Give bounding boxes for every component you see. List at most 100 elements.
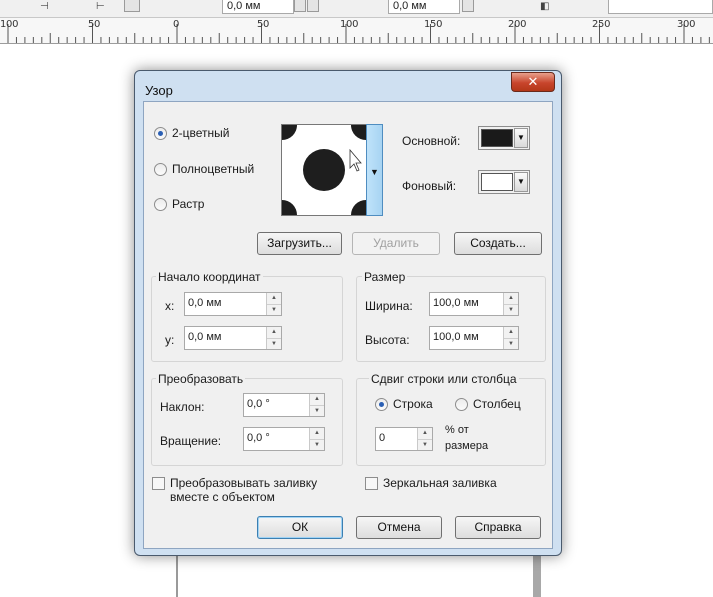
origin-x-value: 0,0 мм — [188, 297, 222, 309]
ruler-label-100: 100 — [340, 19, 359, 30]
origin-y-spinner[interactable]: ▲ ▼ — [266, 327, 281, 349]
dialog-title: Узор — [145, 83, 173, 98]
radio-row-offset[interactable]: Строка — [375, 397, 433, 411]
height-spinner[interactable]: ▲ ▼ — [503, 327, 518, 349]
offset-unit-line1: % от — [445, 424, 469, 436]
horizontal-ruler: 100 50 0 50 100 150 200 250 300 — [0, 18, 713, 44]
ruler-label-150: 150 — [424, 19, 443, 30]
radio-row-offset-label: Строка — [393, 397, 433, 411]
width-label: Ширина: — [365, 299, 413, 313]
ruler-label-neg50: 50 — [88, 19, 101, 30]
pattern-preview[interactable] — [267, 110, 381, 230]
position-x-lock[interactable] — [307, 0, 319, 12]
offset-unit-line2: размера — [445, 440, 489, 452]
transform-with-object-label: Преобразовывать заливку вместе с объекто… — [170, 476, 317, 504]
position-x-spinner[interactable] — [294, 0, 306, 12]
background-color-label: Фоновый: — [402, 179, 457, 193]
pattern-dots-image — [267, 110, 381, 230]
origin-x-spinner[interactable]: ▲ ▼ — [266, 293, 281, 315]
radio-bitmap-dot[interactable] — [154, 197, 167, 211]
mirror-fill-checkbox[interactable]: Зеркальная заливка — [365, 476, 497, 490]
cancel-button[interactable]: Отмена — [356, 516, 442, 539]
radio-column-offset-label: Столбец — [473, 397, 521, 411]
skew-label: Наклон: — [160, 400, 205, 414]
pattern-fill-dialog: Узор ✕ 2-цветный Полноцветный Растр ▼ Ос… — [134, 70, 562, 556]
radio-two-color-dot[interactable] — [154, 126, 167, 140]
rotate-spinner[interactable]: ▲ ▼ — [309, 428, 324, 450]
skew-field[interactable]: 0,0 ° ▲ ▼ — [243, 393, 325, 417]
position-y-spinner[interactable] — [462, 0, 474, 12]
mirror-fill-box[interactable] — [365, 476, 378, 490]
width-field[interactable]: 100,0 мм ▲ ▼ — [429, 292, 519, 316]
offset-percent-value: 0 — [379, 432, 386, 444]
radio-two-color-label: 2-цветный — [172, 126, 230, 140]
radio-full-color-dot[interactable] — [154, 162, 167, 176]
transform-with-object-line1: Преобразовывать заливку — [170, 476, 318, 490]
property-bar: ⊣ ⊢ 0,0 мм 0,0 мм ◧ — [0, 0, 713, 18]
rotate-field[interactable]: 0,0 ° ▲ ▼ — [243, 427, 325, 451]
origin-x-label: x: — [165, 299, 175, 313]
transform-with-object-checkbox[interactable]: Преобразовывать заливку вместе с объекто… — [152, 476, 317, 504]
origin-group-title: Начало координат — [156, 270, 263, 284]
width-spinner[interactable]: ▲ ▼ — [503, 293, 518, 315]
offset-group-title: Сдвиг строки или столбца — [369, 372, 519, 386]
rotate-label: Вращение: — [160, 434, 222, 448]
height-value: 100,0 мм — [433, 331, 479, 343]
ruler-label-200: 200 — [508, 19, 527, 30]
position-y-value: 0,0 мм — [393, 0, 427, 12]
origin-y-value: 0,0 мм — [188, 331, 222, 343]
origin-y-field[interactable]: 0,0 мм ▲ ▼ — [184, 326, 282, 350]
align-icon[interactable]: ⊣ — [40, 2, 49, 12]
mirror-icon[interactable]: ◧ — [540, 2, 549, 12]
dialog-body: 2-цветный Полноцветный Растр ▼ Основной: — [143, 101, 553, 549]
transform-icon[interactable]: ⊢ — [96, 2, 105, 12]
primary-color-swatch — [481, 129, 513, 147]
radio-column-offset-dot[interactable] — [455, 397, 468, 411]
extra-field[interactable] — [608, 0, 713, 14]
width-value: 100,0 мм — [433, 297, 479, 309]
skew-spinner[interactable]: ▲ ▼ — [309, 394, 324, 416]
transform-with-object-box[interactable] — [152, 477, 165, 490]
radio-column-offset[interactable]: Столбец — [455, 397, 521, 411]
position-x-field[interactable]: 0,0 мм — [222, 0, 294, 14]
ruler-label-50: 50 — [257, 19, 270, 30]
create-button[interactable]: Создать... — [454, 232, 542, 255]
help-button[interactable]: Справка — [455, 516, 541, 539]
radio-bitmap[interactable]: Растр — [154, 197, 204, 211]
transform-with-object-line2: вместе с объектом — [170, 490, 275, 504]
lock-ratio-button[interactable] — [124, 0, 140, 12]
background-color-swatch — [481, 173, 513, 191]
delete-button[interactable]: Удалить — [352, 232, 440, 255]
radio-row-offset-dot[interactable] — [375, 397, 388, 411]
offset-percent-spinner[interactable]: ▲ ▼ — [417, 428, 432, 450]
ok-button[interactable]: ОК — [257, 516, 343, 539]
transform-group-title: Преобразовать — [156, 372, 246, 386]
skew-value: 0,0 ° — [247, 398, 270, 410]
radio-full-color[interactable]: Полноцветный — [154, 162, 254, 176]
pattern-dropdown-button[interactable]: ▼ — [366, 124, 383, 216]
height-field[interactable]: 100,0 мм ▲ ▼ — [429, 326, 519, 350]
ruler-label-neg100: 100 — [0, 19, 19, 30]
close-button[interactable]: ✕ — [511, 72, 555, 92]
position-x-value: 0,0 мм — [227, 0, 261, 12]
ruler-label-250: 250 — [592, 19, 611, 30]
chevron-down-icon[interactable]: ▼ — [514, 128, 528, 148]
origin-y-label: y: — [165, 333, 175, 347]
origin-x-field[interactable]: 0,0 мм ▲ ▼ — [184, 292, 282, 316]
position-y-field[interactable]: 0,0 мм — [388, 0, 460, 14]
mirror-fill-label: Зеркальная заливка — [383, 476, 497, 490]
offset-percent-field[interactable]: 0 ▲ ▼ — [375, 427, 433, 451]
rotate-value: 0,0 ° — [247, 432, 270, 444]
primary-color-picker[interactable]: ▼ — [478, 126, 530, 150]
chevron-down-icon[interactable]: ▼ — [514, 172, 528, 192]
size-group-title: Размер — [362, 270, 408, 284]
load-button[interactable]: Загрузить... — [257, 232, 342, 255]
offset-group — [356, 378, 546, 466]
primary-color-label: Основной: — [402, 134, 461, 148]
ruler-label-0: 0 — [173, 19, 180, 30]
ruler-label-300: 300 — [677, 19, 696, 30]
height-label: Высота: — [365, 333, 410, 347]
background-color-picker[interactable]: ▼ — [478, 170, 530, 194]
radio-full-color-label: Полноцветный — [172, 162, 255, 176]
radio-two-color[interactable]: 2-цветный — [154, 126, 230, 140]
